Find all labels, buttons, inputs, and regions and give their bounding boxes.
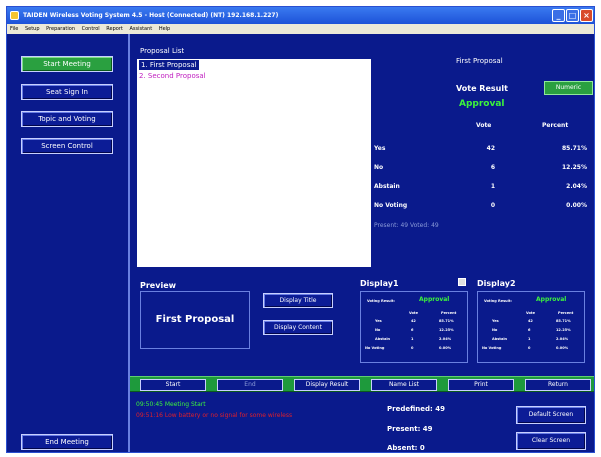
display2-row-label: No	[492, 328, 498, 332]
display1-vote-header: Vote	[409, 311, 418, 315]
display-title-button[interactable]: Display Title	[263, 293, 333, 308]
preview-label: Preview	[140, 281, 177, 290]
name-list-button[interactable]: Name List	[371, 379, 437, 391]
menu-setup[interactable]: Setup	[25, 26, 40, 32]
display2-preview: Voting Result: Approval Vote Percent Yes…	[477, 291, 585, 363]
display2-vote-header: Vote	[526, 311, 535, 315]
display1-row-label: No Voting	[365, 346, 385, 350]
proposal-item-first[interactable]: 1. First Proposal	[139, 60, 199, 70]
result-row-label: No Voting	[374, 202, 408, 209]
vote-column-header: Vote	[476, 122, 492, 129]
percent-column-header: Percent	[542, 122, 569, 129]
display2-row-vote: 42	[528, 319, 533, 323]
close-icon[interactable]: ×	[580, 9, 593, 22]
vote-result-status: Approval	[459, 99, 505, 109]
lock-icon[interactable]	[458, 278, 466, 286]
seat-sign-in-button[interactable]: Seat Sign In	[21, 84, 113, 100]
app-icon	[10, 11, 19, 20]
display2-row-label: Yes	[492, 319, 499, 323]
result-row-percent: 2.04%	[566, 183, 587, 190]
menu-file[interactable]: File	[10, 26, 18, 32]
vote-result-label: Vote Result	[456, 84, 508, 93]
display2-percent-header: Percent	[558, 311, 574, 315]
result-row-vote: 42	[486, 145, 495, 152]
start-meeting-button[interactable]: Start Meeting	[21, 56, 113, 72]
result-row-percent: 12.25%	[562, 164, 587, 171]
numeric-button[interactable]: Numeric	[544, 81, 593, 95]
display2-voting-result-label: Voting Result:	[484, 299, 512, 303]
result-row-label: No	[374, 164, 384, 171]
display1-row-label: Yes	[375, 319, 382, 323]
display1-row-vote: 42	[411, 319, 416, 323]
display1-preview: Voting Result: Approval Vote Percent Yes…	[360, 291, 468, 363]
screen-control-button[interactable]: Screen Control	[21, 138, 113, 154]
display1-row-percent: 2.04%	[439, 337, 452, 341]
topic-and-voting-button[interactable]: Topic and Voting	[21, 111, 113, 127]
display1-row-vote: 0	[411, 346, 414, 350]
proposal-list-label: Proposal List	[140, 47, 185, 55]
present-count: Present: 49	[387, 425, 433, 433]
display2-row-vote: 1	[528, 337, 531, 341]
menu-preparation[interactable]: Preparation	[46, 26, 75, 32]
proposal-item-second[interactable]: 2. Second Proposal	[139, 71, 206, 81]
menu-control[interactable]: Control	[82, 26, 100, 32]
display1-row-percent: 0.00%	[439, 346, 452, 350]
result-proposal-name: First Proposal	[456, 57, 503, 65]
display2-row-percent: 12.25%	[556, 328, 571, 332]
display2-row-percent: 85.71%	[556, 319, 571, 323]
app-window: TAIDEN Wireless Voting System 4.5 - Host…	[6, 6, 595, 453]
predefined-count: Predefined: 49	[387, 405, 445, 413]
end-meeting-button[interactable]: End Meeting	[21, 434, 113, 450]
display1-row-vote: 6	[411, 328, 414, 332]
result-row-percent: 85.71%	[562, 145, 587, 152]
log-line: 09:50:45 Meeting Start	[136, 401, 206, 408]
display1-row-label: No	[375, 328, 381, 332]
maximize-icon[interactable]: □	[566, 9, 579, 22]
display2-row-label: Abstain	[492, 337, 508, 341]
window-title: TAIDEN Wireless Voting System 4.5 - Host…	[23, 12, 279, 19]
display2-label: Display2	[477, 279, 516, 288]
menu-help[interactable]: Help	[159, 26, 170, 32]
voting-toolbar: Start End Display Result Name List Print…	[130, 376, 594, 392]
display-result-button[interactable]: Display Result	[294, 379, 360, 391]
preview-box: First Proposal	[140, 291, 250, 349]
start-button[interactable]: Start	[140, 379, 206, 391]
present-voted-summary: Present: 49 Voted: 49	[374, 222, 439, 229]
display1-row-percent: 85.71%	[439, 319, 454, 323]
clear-screen-button[interactable]: Clear Screen	[516, 432, 586, 450]
display1-result: Approval	[419, 296, 450, 303]
return-button[interactable]: Return	[525, 379, 591, 391]
display2-result: Approval	[536, 296, 567, 303]
end-button[interactable]: End	[217, 379, 283, 391]
proposal-list[interactable]: 1. First Proposal 2. Second Proposal	[137, 59, 371, 267]
display1-label: Display1	[360, 279, 399, 288]
sidebar: Start Meeting Seat Sign In Topic and Vot…	[7, 34, 130, 452]
menu-bar: File Setup Preparation Control Report As…	[7, 24, 594, 34]
title-bar: TAIDEN Wireless Voting System 4.5 - Host…	[7, 7, 594, 24]
result-row-vote: 1	[490, 183, 495, 190]
result-row-percent: 0.00%	[566, 202, 587, 209]
display1-row-label: Abstain	[375, 337, 391, 341]
log-line: 09:51:16 Low battery or no signal for so…	[136, 412, 293, 419]
display2-row-label: No Voting	[482, 346, 502, 350]
display2-row-vote: 6	[528, 328, 531, 332]
display1-row-vote: 1	[411, 337, 414, 341]
print-button[interactable]: Print	[448, 379, 514, 391]
display2-row-percent: 0.00%	[556, 346, 569, 350]
display1-voting-result-label: Voting Result:	[367, 299, 395, 303]
result-row-vote: 6	[490, 164, 495, 171]
display2-row-percent: 2.04%	[556, 337, 569, 341]
absent-count: Absent: 0	[387, 444, 425, 452]
result-row-vote: 0	[490, 202, 495, 209]
menu-assistant[interactable]: Assistant	[129, 26, 152, 32]
display1-percent-header: Percent	[441, 311, 457, 315]
result-row-label: Abstain	[374, 183, 400, 190]
result-row-label: Yes	[374, 145, 386, 152]
display-content-button[interactable]: Display Content	[263, 320, 333, 335]
default-screen-button[interactable]: Default Screen	[516, 406, 586, 424]
display2-row-vote: 0	[528, 346, 531, 350]
menu-report[interactable]: Report	[106, 26, 123, 32]
display1-row-percent: 12.25%	[439, 328, 454, 332]
minimize-icon[interactable]: _	[552, 9, 565, 22]
